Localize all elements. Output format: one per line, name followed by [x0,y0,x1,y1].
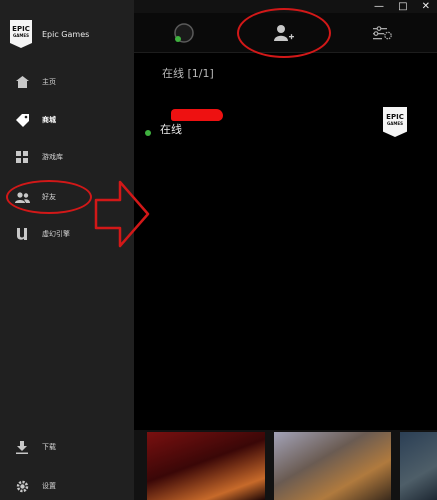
annotation-arrow-icon [94,180,150,248]
gear-icon [14,478,30,494]
sidebar-item-label: 游戏库 [42,153,63,161]
minimize-button[interactable]: — [374,0,384,13]
status-avatar-icon [174,23,194,43]
home-icon [14,74,30,90]
friend-status: 在线 [160,123,182,136]
game-card[interactable] [400,432,437,500]
sidebar: EPIC GAMES Epic Games 主页 商城 游戏库 好友 虚幻引擎 … [0,0,134,500]
brand[interactable]: EPIC GAMES Epic Games [10,20,89,48]
sidebar-item-settings[interactable]: 设置 [0,472,134,500]
sidebar-item-label: 虚幻引擎 [42,230,70,238]
window-controls: — □ ✕ [367,0,437,13]
game-card[interactable] [147,432,265,500]
epic-games-logo-icon: EPIC GAMES [383,107,407,137]
game-card[interactable] [274,432,391,500]
epic-launcher-window: EPIC GAMES Epic Games 主页 商城 游戏库 好友 虚幻引擎 … [0,0,437,500]
annotation-circle-add-friend [237,8,331,58]
tag-icon [14,112,30,128]
sliders-icon [373,26,392,40]
friend-name-redacted [171,109,223,121]
download-icon [14,439,30,455]
annotation-circle-friends [6,180,92,214]
sidebar-item-store[interactable]: 商城 [0,106,134,134]
sidebar-item-label: 商城 [42,116,56,124]
sidebar-item-downloads[interactable]: 下载 [0,433,134,461]
maximize-button[interactable]: □ [398,0,407,13]
sidebar-item-label: 下载 [42,443,56,451]
friend-game-logo: EPIC GAMES [383,107,407,137]
sidebar-item-label: 设置 [42,482,56,490]
grid-icon [14,149,30,165]
friends-panel: 在线 [1/1] 在线 EPIC GAMES [134,13,437,430]
sidebar-item-home[interactable]: 主页 [0,68,134,96]
unreal-icon [14,226,30,242]
sidebar-item-label: 主页 [42,78,56,86]
epic-logo: EPIC GAMES [10,20,32,48]
online-status-dot [145,130,151,136]
brand-name: Epic Games [42,29,90,39]
settings-tab[interactable] [370,21,394,45]
store-game-cards [134,418,437,500]
online-section-header: 在线 [1/1] [162,67,214,80]
close-button[interactable]: ✕ [422,0,430,13]
sidebar-item-library[interactable]: 游戏库 [0,143,134,171]
status-tab[interactable] [172,21,196,45]
friend-list-item[interactable]: 在线 EPIC GAMES [134,101,437,149]
